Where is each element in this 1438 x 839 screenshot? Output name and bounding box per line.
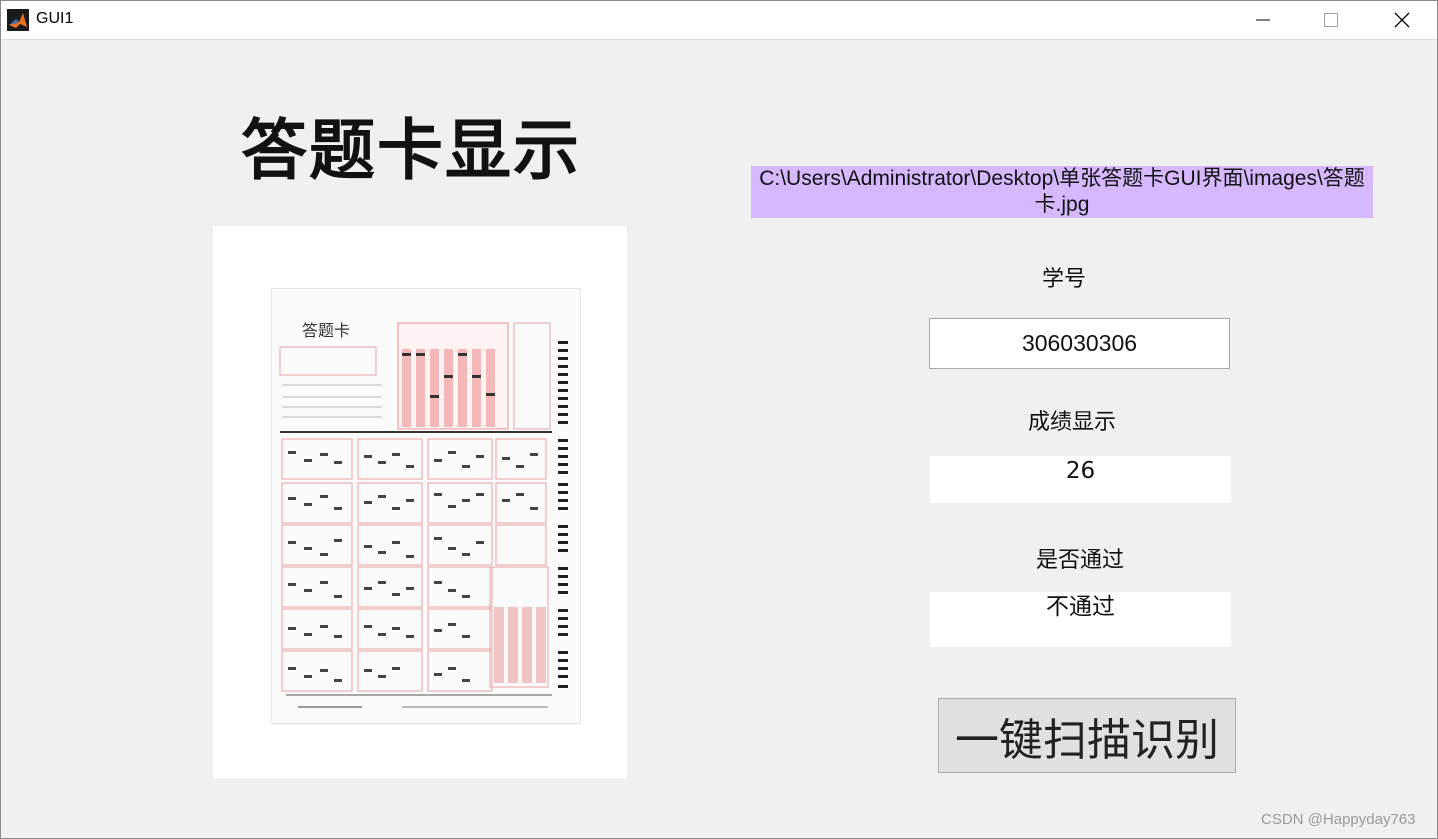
watermark: CSDN @Happyday763 [1261, 811, 1416, 828]
answer-sheet-graphic [279, 322, 568, 708]
maximize-icon [1324, 13, 1338, 27]
window-title: GUI1 [36, 10, 74, 27]
close-button[interactable] [1379, 1, 1425, 39]
minimize-icon [1256, 19, 1270, 21]
student-id-label: 学号 [1041, 267, 1086, 292]
pass-value: 不通过 [930, 592, 1231, 647]
matlab-logo-icon [7, 9, 29, 31]
minimize-button[interactable] [1240, 1, 1286, 39]
pass-label: 是否通过 [1035, 548, 1124, 573]
file-path-display: C:\Users\Administrator\Desktop\单张答题卡GUI界… [751, 166, 1373, 218]
score-value: 26 [930, 456, 1231, 503]
close-icon [1394, 12, 1410, 28]
app-window: GUI1 答题卡显示 答题卡 C:\Users\Administrator\De… [0, 0, 1438, 839]
maximize-button[interactable] [1308, 1, 1354, 39]
answer-sheet-image: 答题卡 [271, 288, 581, 724]
page-heading: 答题卡显示 [241, 111, 581, 189]
score-label: 成绩显示 [1027, 410, 1116, 435]
one-click-scan-button[interactable]: 一键扫描识别 [938, 698, 1236, 773]
answer-sheet-image-panel: 答题卡 [213, 226, 627, 778]
student-id-field[interactable]: 306030306 [929, 318, 1230, 369]
title-bar[interactable]: GUI1 [1, 1, 1437, 40]
